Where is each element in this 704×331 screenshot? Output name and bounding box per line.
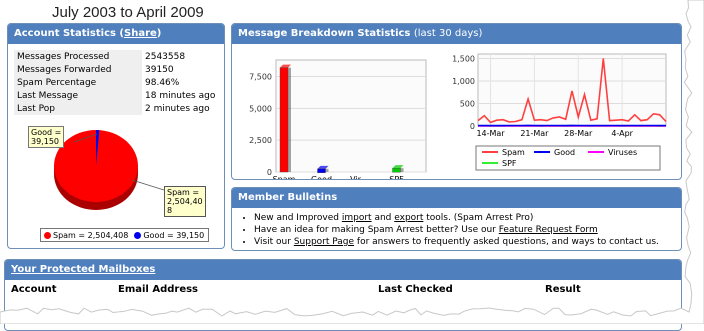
legend-label: Spam [502, 148, 525, 157]
account-statistics-title: Account Statistics ( [14, 28, 124, 39]
stats-row: Messages Forwarded39150 [14, 63, 220, 76]
bar [318, 169, 326, 173]
spam-dot-icon [44, 232, 51, 239]
line-y-tick: 500 [460, 100, 475, 109]
col-result: Result [545, 284, 581, 295]
bar-y-tick: 0 [267, 168, 272, 177]
share-link[interactable]: Share [124, 28, 157, 39]
bulletin-text: New and Improved [254, 213, 342, 223]
bar-y-tick: 7,500 [249, 73, 272, 82]
legend-spam: Spam = 2,504,408 [44, 231, 128, 240]
stats-row: Messages Processed2543558 [14, 50, 220, 63]
stats-table: Messages Processed2543558Messages Forwar… [14, 50, 220, 115]
line-plot-area [478, 54, 666, 126]
breakdown-bar-chart: 7,500 5,000 2,500 0Spam Good Vir... SPF [236, 46, 436, 180]
stats-label: Messages Forwarded [14, 63, 142, 76]
stats-value: 2543558 [142, 50, 220, 63]
legend-label: SPF [502, 159, 517, 168]
bar-side [401, 168, 404, 172]
stats-value: 98.46% [142, 76, 220, 89]
legend-good: Good = 39,150 [134, 231, 204, 240]
stats-label: Last Message [14, 89, 142, 102]
protected-mailboxes-header: Your Protected Mailboxes [5, 260, 681, 280]
message-breakdown-header: Message Breakdown Statistics (last 30 da… [232, 24, 681, 44]
bar [280, 68, 288, 172]
stats-row: Last Message18 minutes ago [14, 89, 220, 102]
stats-label: Last Pop [14, 102, 142, 115]
bulletin-text: Visit our [254, 237, 294, 247]
bar-side [288, 68, 291, 172]
member-bulletins-header: Member Bulletins [232, 188, 681, 208]
line-x-tick: 21-Mar [520, 129, 549, 138]
spam-leader-line [132, 180, 164, 190]
bulletin-text: for answers to frequently asked question… [354, 237, 659, 247]
bulletin-text: and [372, 213, 395, 223]
bar-x-tick: SPF [389, 175, 404, 180]
page-title: July 2003 to April 2009 [52, 4, 204, 21]
bar-side [326, 169, 329, 172]
message-breakdown-subtitle: (last 30 days) [414, 28, 483, 39]
bulletin-text: Have an idea for making Spam Arrest bett… [254, 225, 499, 235]
col-last-checked: Last Checked [378, 284, 453, 295]
account-statistics-header: Account Statistics (Share) [8, 24, 224, 44]
stats-row: Last Pop2 minutes ago [14, 102, 220, 115]
col-email: Email Address [118, 284, 198, 295]
message-breakdown-panel: Message Breakdown Statistics (last 30 da… [231, 23, 682, 180]
spam-callout-value-cont: 8 [167, 206, 203, 215]
bar-y-tick: 5,000 [249, 104, 272, 113]
legend-good-label: Good = 39,150 [143, 231, 204, 240]
spam-callout-label: Spam = [167, 188, 203, 197]
spam-callout-value: 2,504,40 [167, 197, 203, 206]
bulletin-list: New and Improved import and export tools… [232, 212, 681, 248]
bar-y-tick: 2,500 [249, 136, 272, 145]
bulletin-item: Have an idea for making Spam Arrest bett… [254, 224, 681, 236]
stats-value: 2 minutes ago [142, 102, 220, 115]
account-statistics-panel: Account Statistics (Share) Messages Proc… [7, 23, 225, 249]
line-x-tick: 14-Mar [476, 129, 505, 138]
bar-x-tick: Good [311, 175, 332, 180]
legend-label: Viruses [608, 148, 637, 157]
title-close-paren: ) [157, 28, 162, 39]
stats-value: 18 minutes ago [142, 89, 220, 102]
protected-mailboxes-panel: Your Protected Mailboxes Account Email A… [4, 259, 682, 331]
bulletin-link[interactable]: export [394, 213, 423, 223]
protected-mailboxes-link[interactable]: Your Protected Mailboxes [11, 264, 155, 275]
spam-callout: Spam = 2,504,40 8 [164, 186, 206, 217]
stats-label: Spam Percentage [14, 76, 142, 89]
line-y-tick: 1,000 [452, 77, 475, 86]
daily-line-chart: 1,500 1,000 500 014-Mar 21-Mar 28-Mar 4-Apr Spa… [448, 44, 673, 179]
line-y-tick: 0 [470, 122, 475, 131]
bulletin-text: tools. (Spam Arrest Pro) [423, 213, 533, 223]
stats-row: Spam Percentage98.46% [14, 76, 220, 89]
line-x-tick: 28-Mar [564, 129, 593, 138]
bar-x-tick: Spam [273, 175, 296, 180]
stats-label: Messages Processed [14, 50, 142, 63]
good-callout-label: Good = [31, 128, 61, 137]
bulletin-item: Visit our Support Page for answers to fr… [254, 236, 681, 248]
bulletin-link[interactable]: import [342, 213, 372, 223]
stats-value: 39150 [142, 63, 220, 76]
message-breakdown-title: Message Breakdown Statistics [238, 28, 410, 39]
bulletin-link[interactable]: Feature Request Form [499, 225, 598, 235]
legend-label: Good [554, 148, 575, 157]
good-dot-icon [134, 232, 141, 239]
member-bulletins-panel: Member Bulletins New and Improved import… [231, 187, 682, 251]
good-callout: Good = 39,150 [28, 126, 64, 148]
legend-spam-label: Spam = 2,504,408 [53, 231, 128, 240]
line-y-tick: 1,500 [452, 55, 475, 64]
bulletin-item: New and Improved import and export tools… [254, 212, 681, 224]
col-account: Account [11, 284, 56, 295]
good-callout-value: 39,150 [31, 137, 61, 146]
bar [393, 168, 401, 172]
line-x-tick: 4-Apr [611, 129, 633, 138]
pie-legend: Spam = 2,504,408 Good = 39,150 [40, 228, 209, 242]
bar-x-tick: Vir... [350, 175, 368, 180]
bulletin-link[interactable]: Support Page [294, 237, 354, 247]
